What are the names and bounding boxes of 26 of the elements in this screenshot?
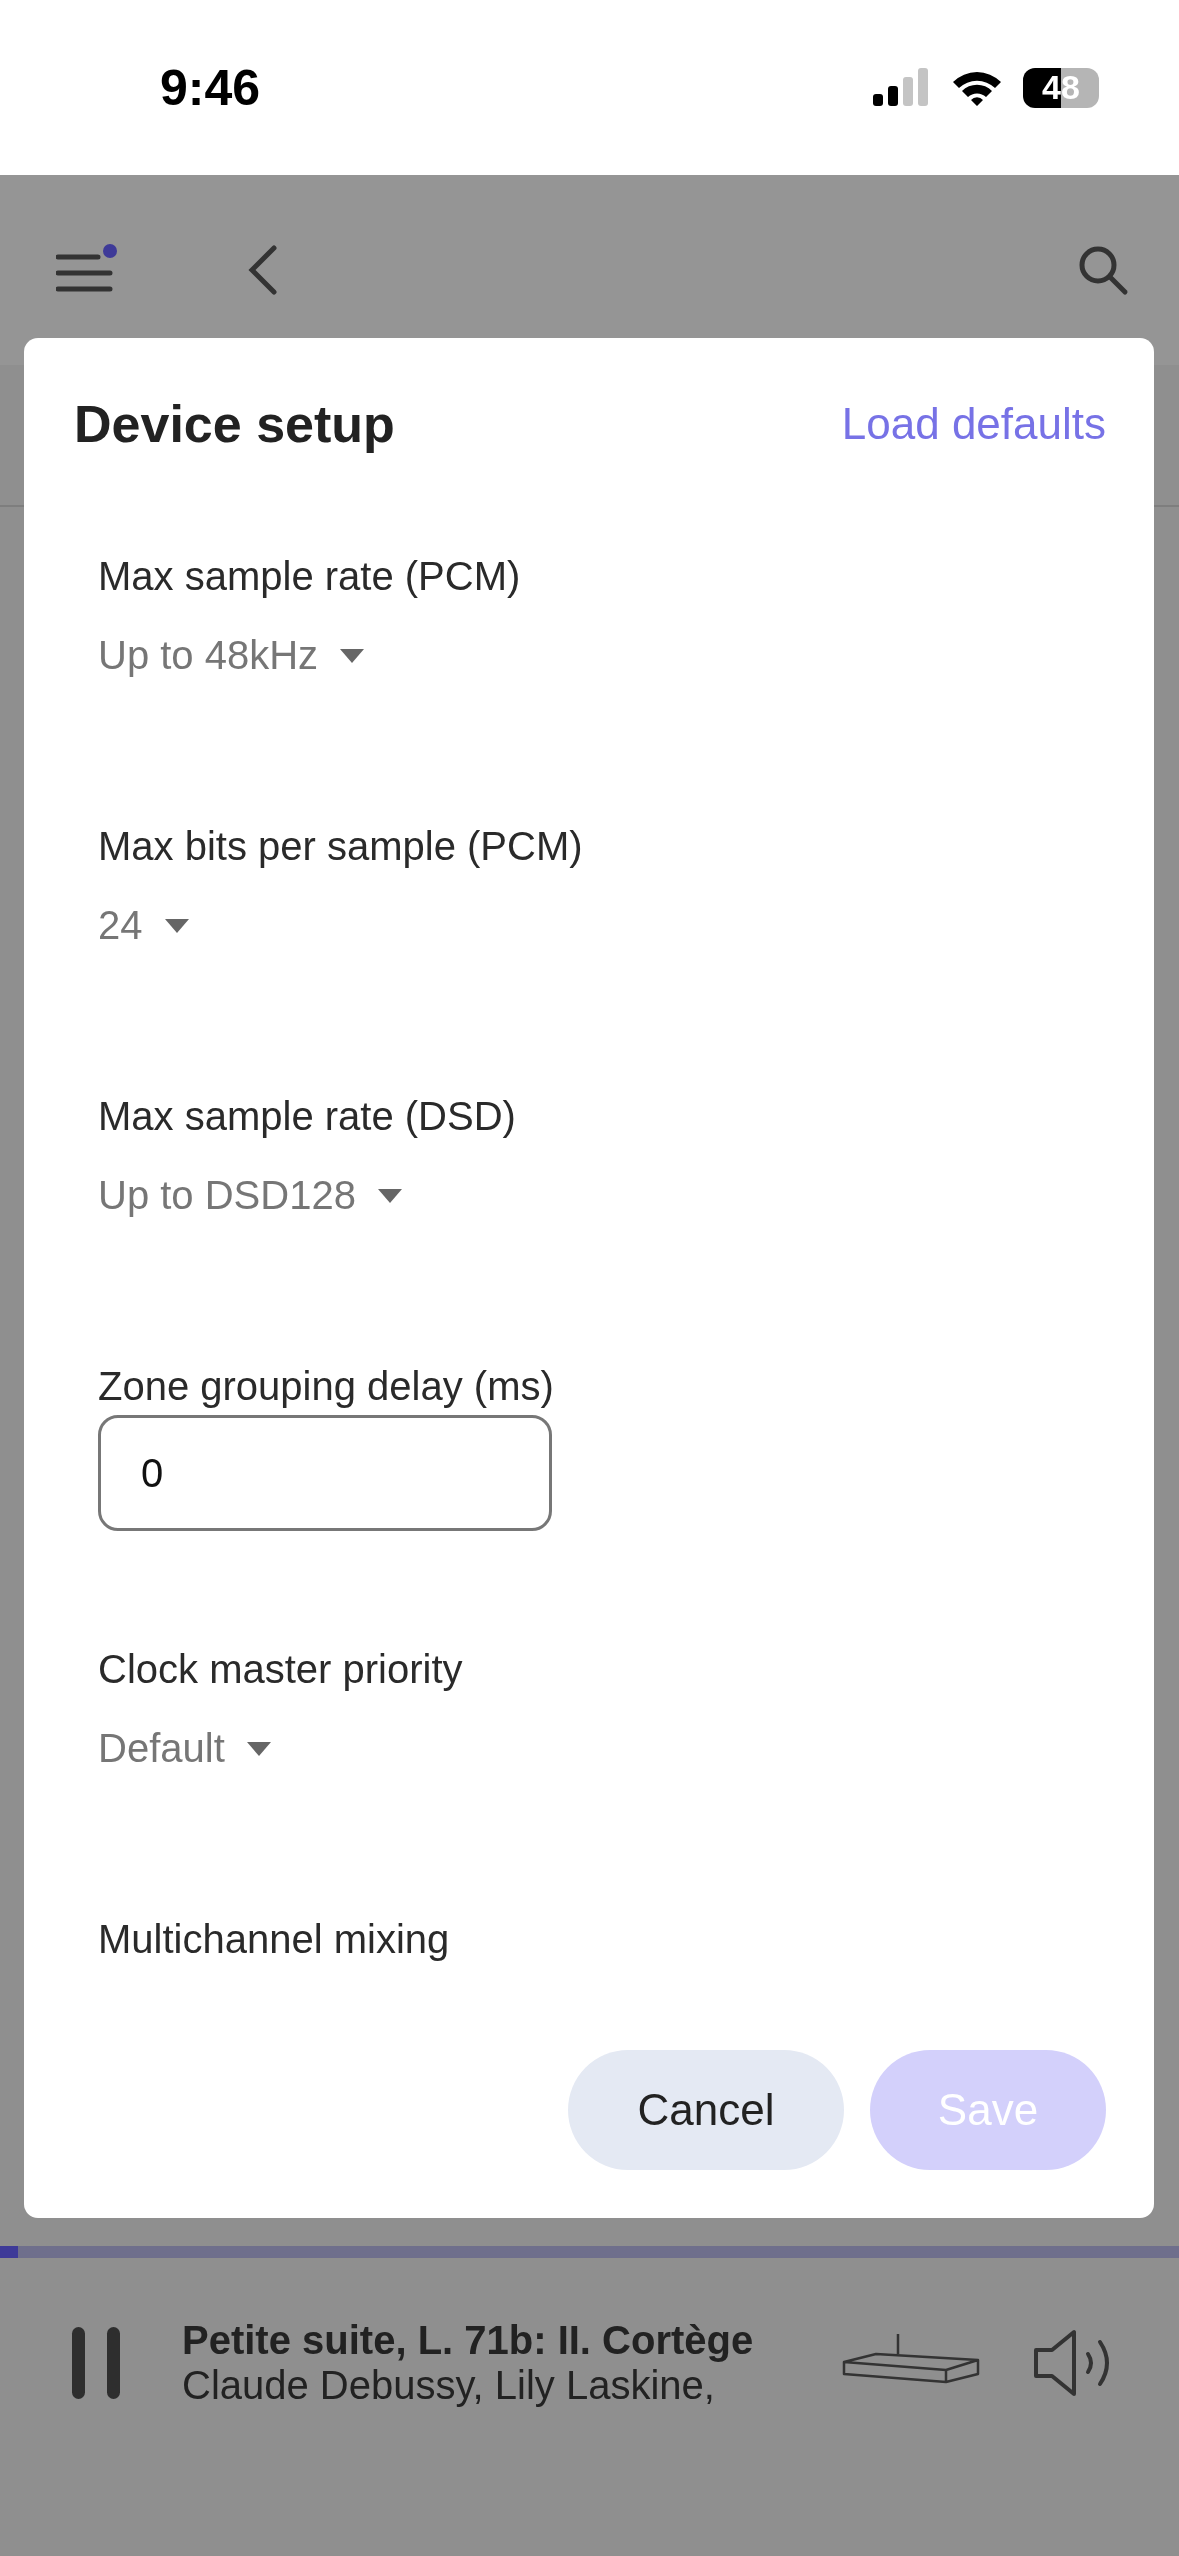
- dropdown[interactable]: Default: [98, 1726, 271, 1771]
- search-icon[interactable]: [1077, 244, 1129, 296]
- pause-icon[interactable]: [70, 2325, 122, 2401]
- field-label: Max sample rate (DSD): [98, 1094, 516, 1139]
- track-artist: Claude Debussy, Lily Laskine,: [182, 2363, 716, 2408]
- dropdown[interactable]: Up to 48kHz: [98, 633, 365, 678]
- field-label: Max sample rate (PCM): [98, 554, 521, 599]
- dropdown[interactable]: 24: [98, 903, 189, 948]
- field-label: Clock master priority: [98, 1647, 463, 1692]
- caret-icon: [340, 648, 365, 663]
- track-title: Petite suite, L. 71b: II. Cortège: [182, 2318, 755, 2363]
- status-time: 9:46: [160, 58, 261, 117]
- load-defaults-link[interactable]: Load defaults: [841, 399, 1106, 449]
- cancel-button[interactable]: Cancel: [568, 2050, 844, 2170]
- caret-icon: [164, 918, 189, 933]
- input-field[interactable]: 0: [98, 1415, 552, 1531]
- signal-icon: [873, 67, 931, 108]
- dialog-title: Device setup: [74, 394, 395, 454]
- back-icon[interactable]: [248, 245, 278, 295]
- caret-icon: [377, 1188, 402, 1203]
- progress-track[interactable]: [0, 2246, 1179, 2258]
- field-label: Max bits per sample (PCM): [98, 824, 583, 869]
- field-label: Zone grouping delay (ms): [98, 1364, 554, 1409]
- caret-icon: [246, 1741, 271, 1756]
- field-label: Multichannel mixing: [98, 1917, 450, 1962]
- dropdown[interactable]: Up to DSD128: [98, 1173, 402, 1218]
